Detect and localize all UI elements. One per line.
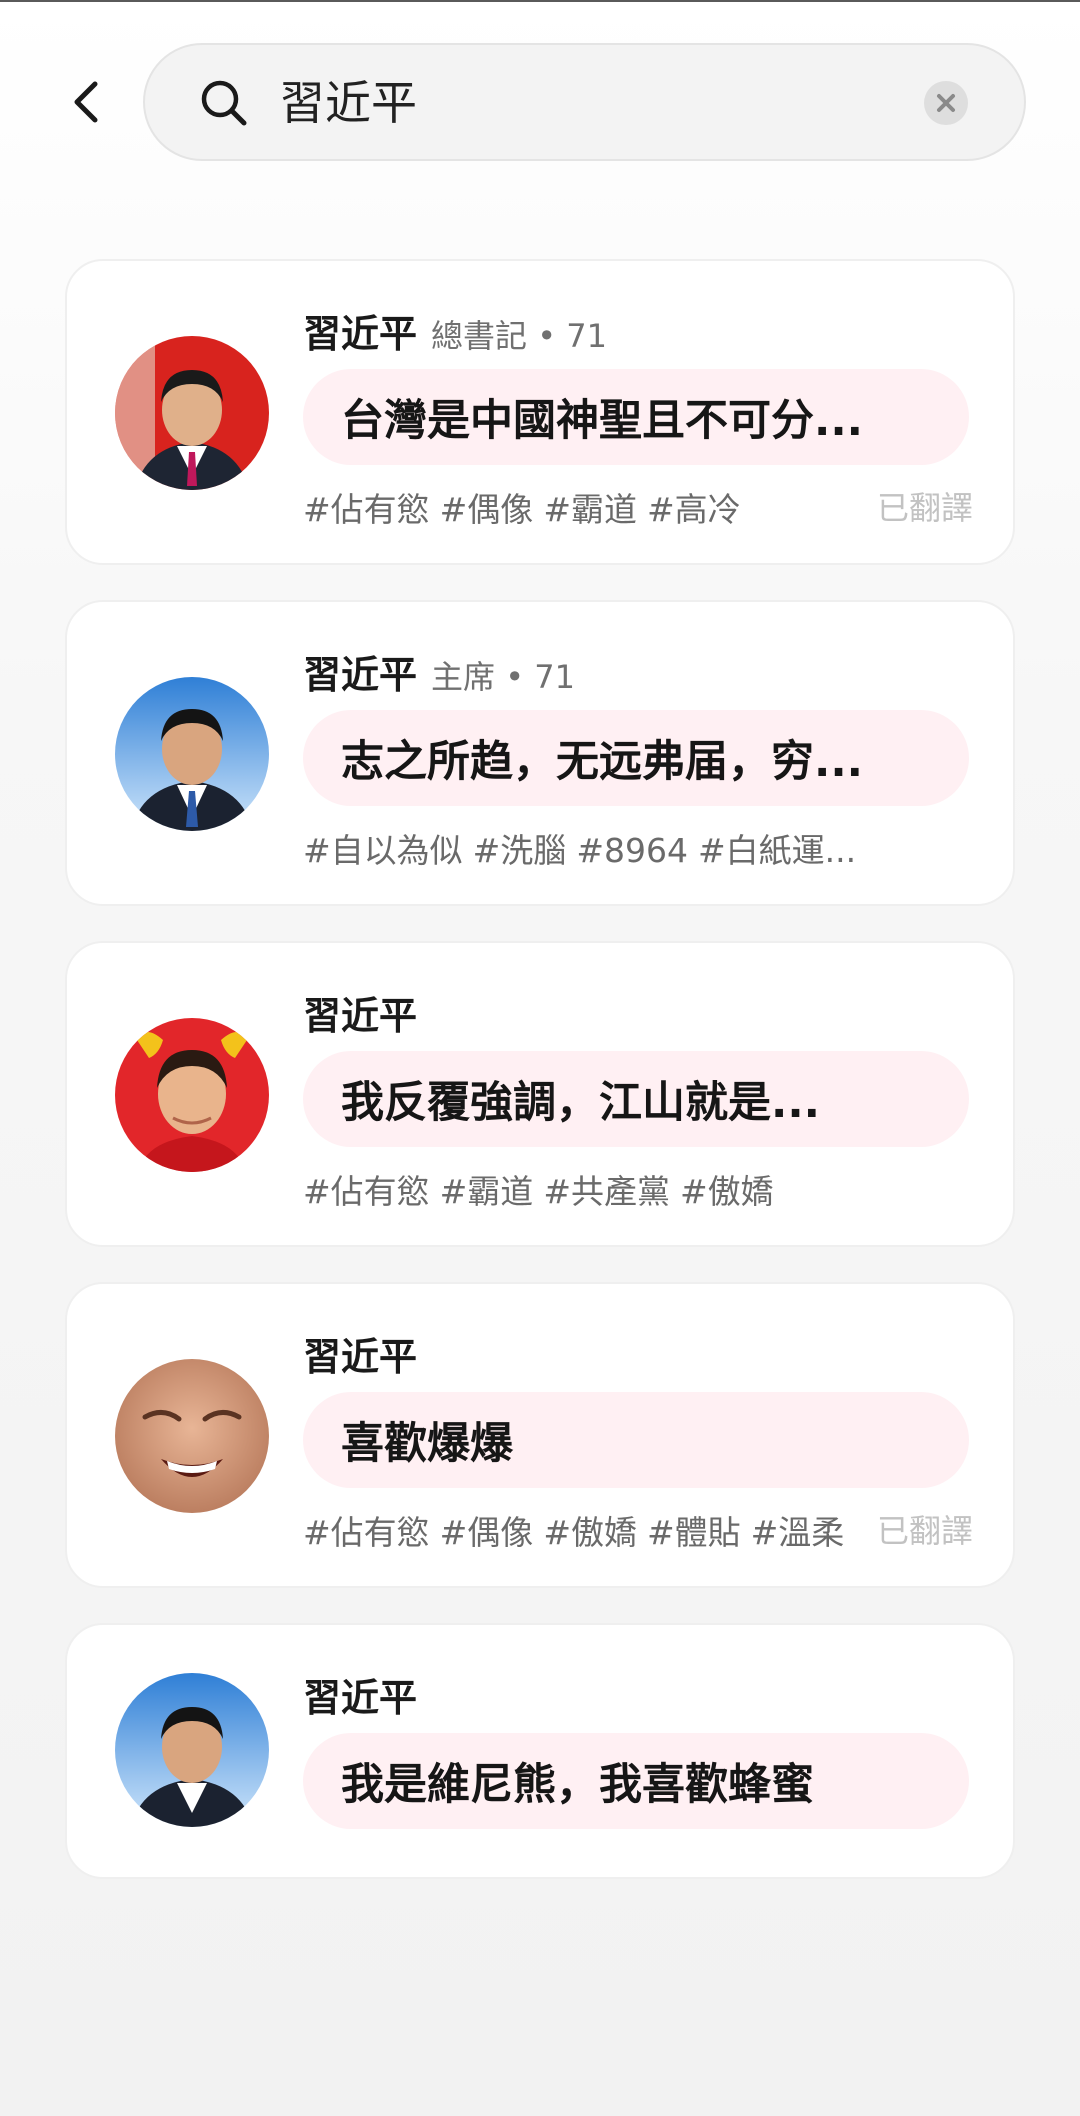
tag[interactable]: #傲嬌 [680,1172,774,1211]
tag[interactable]: #偶像 [440,490,534,529]
tag[interactable]: #8964 [576,831,688,870]
message-bubble: 台灣是中國神聖且不可分... [303,369,969,465]
tag-list: #佔有慾 #偶像 #傲嬌 #體貼 #溫柔 [303,1506,854,1554]
message-text: 喜歡爆爆 [341,1419,513,1469]
message-text: 我反覆強調，江山就是... [341,1078,821,1128]
result-card[interactable]: 習近平 主席 • 71 志之所趋，无远弗届，穷... #自以為似 #洗腦 #8964… [65,600,1015,906]
character-name: 習近平 [303,312,418,356]
result-card[interactable]: 習近平 我反覆強調，江山就是... #佔有慾 #霸道 #共產黨 #傲嬌 [65,941,1015,1247]
message-bubble: 我反覆強調，江山就是... [303,1051,969,1147]
tag[interactable]: #佔有慾 [303,1172,430,1211]
character-title: 主席 [431,658,496,696]
translated-label: 已翻譯 [876,1512,973,1550]
tag[interactable]: #偶像 [440,1513,534,1552]
tag[interactable]: #傲嬌 [543,1513,637,1552]
tag[interactable]: #洗腦 [473,831,567,870]
search-input[interactable]: 習近平 [279,73,417,133]
tag[interactable]: #霸道 [440,1172,534,1211]
tag[interactable]: #佔有慾 [303,490,430,529]
character-name: 習近平 [303,994,418,1038]
message-text: 我是維尼熊，我喜歡蜂蜜 [341,1760,814,1810]
tag-list: #佔有慾 #偶像 #霸道 #高冷 [303,483,751,531]
clear-search-button[interactable] [924,81,968,125]
message-text: 台灣是中國神聖且不可分... [341,396,864,446]
result-card[interactable]: 習近平 總書記 • 71 台灣是中國神聖且不可分... #佔有慾 #偶像 #霸道 #高… [65,259,1015,565]
chat-count: 71 [534,658,575,696]
character-name: 習近平 [303,1676,418,1720]
message-bubble: 志之所趋，无远弗届，穷... [303,710,969,806]
translated-label: 已翻譯 [876,489,973,527]
result-card[interactable]: 習近平 喜歡爆爆 #佔有慾 #偶像 #傲嬌 #體貼 #溫柔 已翻譯 [65,1282,1015,1588]
chat-count: 71 [566,317,607,355]
tag-list: #佔有慾 #霸道 #共產黨 #傲嬌 [303,1165,784,1213]
tag[interactable]: #霸道 [543,490,637,529]
chevron-left-icon [74,81,98,123]
avatar [115,1359,269,1513]
character-title: 總書記 [431,317,528,355]
tag-list: #自以為似 #洗腦 #8964 #白紙運... [303,824,866,872]
tag[interactable]: #高冷 [647,490,741,529]
character-name: 習近平 [303,653,418,697]
search-icon [201,80,247,126]
avatar [115,1673,269,1827]
tag[interactable]: #共產黨 [543,1172,670,1211]
avatar [115,1018,269,1172]
tag[interactable]: #白紙運... [698,831,856,870]
tag[interactable]: #溫柔 [751,1513,845,1552]
search-bar[interactable]: 習近平 [143,43,1026,161]
message-text: 志之所趋，无远弗届，穷... [341,737,864,787]
back-button[interactable] [62,78,110,126]
close-icon [937,94,955,112]
result-card[interactable]: 習近平 我是維尼熊，我喜歡蜂蜜 [65,1623,1015,1879]
tag[interactable]: #體貼 [647,1513,741,1552]
avatar [115,336,269,490]
tag[interactable]: #自以為似 [303,831,463,870]
message-bubble: 我是維尼熊，我喜歡蜂蜜 [303,1733,969,1829]
top-divider [0,0,1080,2]
tag[interactable]: #佔有慾 [303,1513,430,1552]
character-name: 習近平 [303,1335,418,1379]
message-bubble: 喜歡爆爆 [303,1392,969,1488]
avatar [115,677,269,831]
